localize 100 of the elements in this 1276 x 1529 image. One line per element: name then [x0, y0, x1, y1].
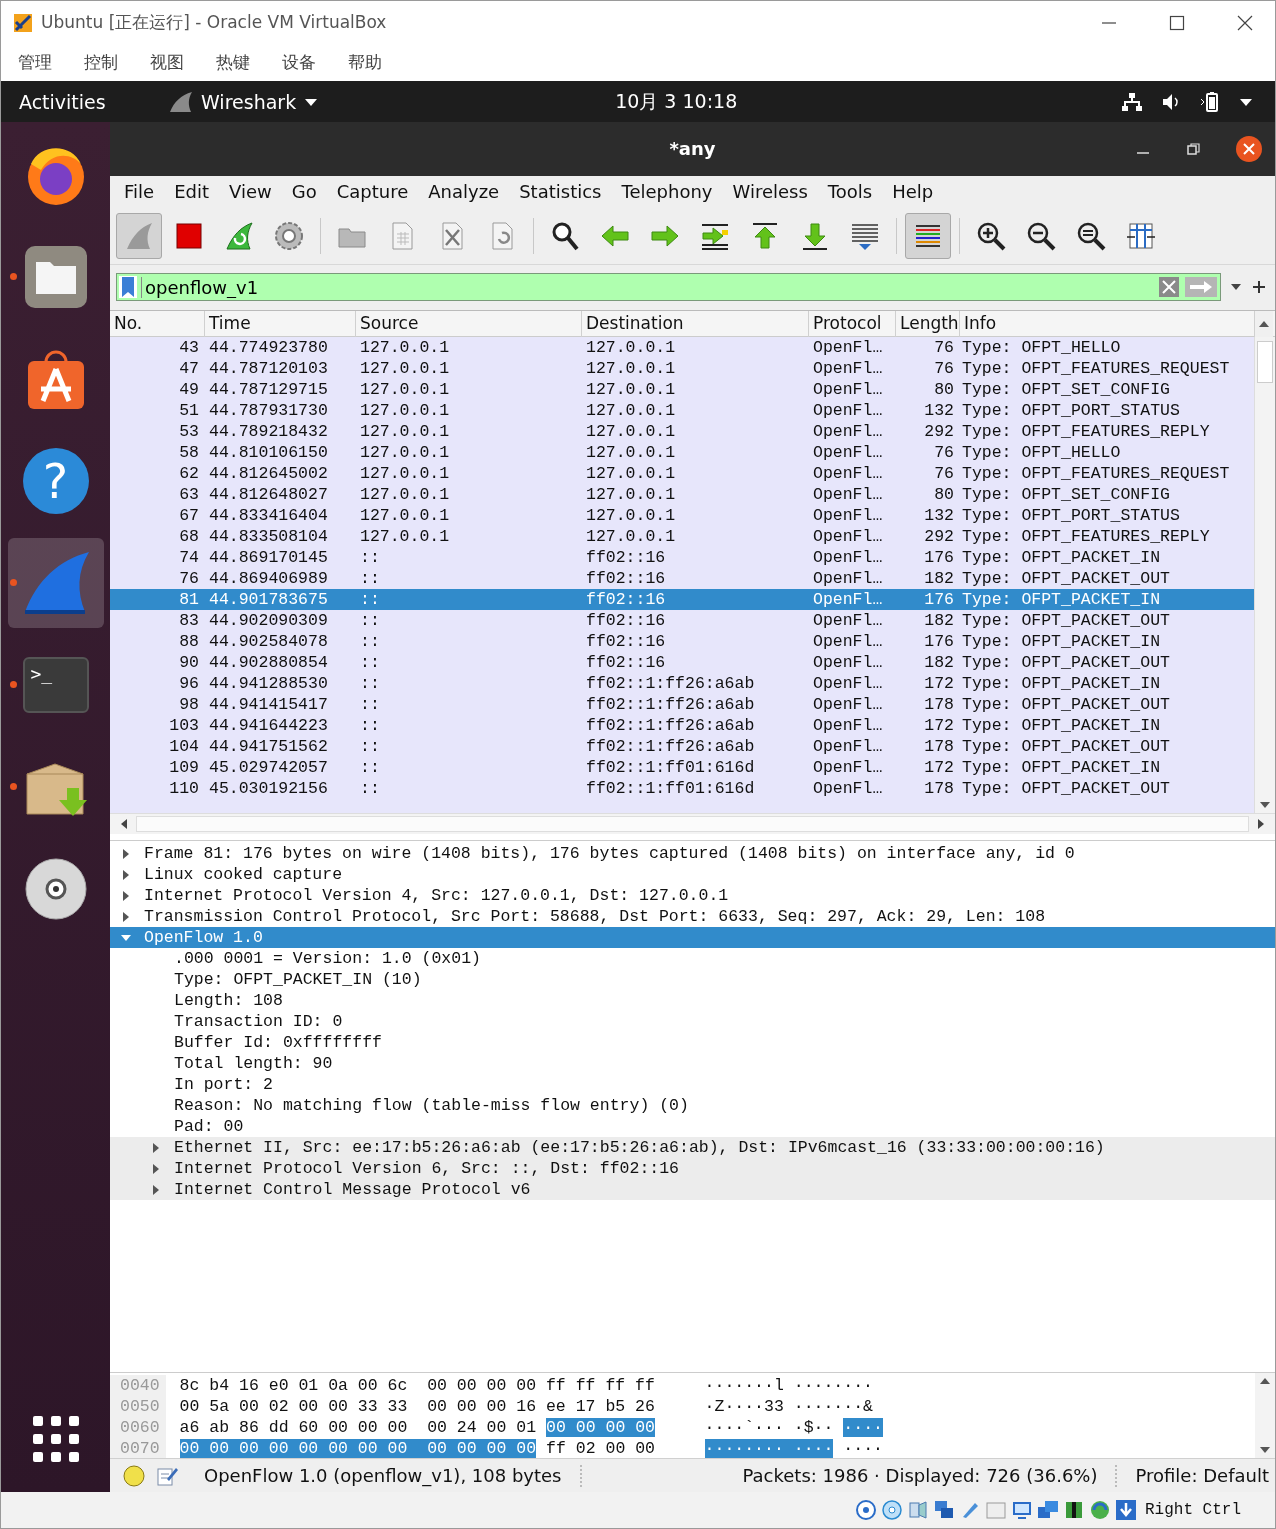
ascii-text[interactable]: ····: [843, 1439, 883, 1459]
table-cell-text: 81: [178, 588, 200, 610]
scrollbar[interactable]: [1254, 336, 1275, 813]
clear-icon[interactable]: [1158, 276, 1180, 299]
column-header[interactable]: Source: [356, 310, 582, 337]
tree-item[interactable]: OpenFlow 1.0: [110, 927, 1275, 949]
table-cell-text: 103: [168, 714, 200, 736]
status-dot-icon[interactable]: [122, 1463, 146, 1488]
tree-item[interactable]: Reason: No matching flow (table-miss flow entry) (0): [110, 1095, 1275, 1117]
close-icon[interactable]: [1237, 14, 1253, 31]
scrollbar[interactable]: [1255, 1373, 1275, 1459]
column-header[interactable]: No.: [110, 310, 205, 337]
scroll-up-icon[interactable]: [1255, 310, 1273, 337]
window-title: *any: [669, 138, 716, 160]
hex-bytes[interactable]: a6 ab 86 dd 60 00 00 00 00 24 00 01: [179, 1418, 537, 1438]
table-cell-text: Type: OFPT_PACKET_IN: [961, 630, 1162, 652]
menu-item[interactable]: 控制: [84, 51, 118, 74]
table-cell-text: 44.941644223: [208, 714, 329, 736]
plus-icon[interactable]: [1251, 279, 1267, 296]
menu-item[interactable]: 帮助: [348, 51, 382, 74]
hex-bytes[interactable]: 00 00 00 00: [546, 1418, 655, 1438]
table-cell-text: Type: OFPT_SET_CONFIG: [961, 483, 1171, 505]
menu-item[interactable]: Help: [892, 181, 934, 203]
menu-item[interactable]: View: [229, 181, 272, 203]
menu-item[interactable]: Analyze: [428, 181, 500, 203]
speaker-icon[interactable]: [907, 1499, 929, 1521]
dock-item[interactable]: >_: [7, 640, 104, 730]
menu-item[interactable]: 视图: [150, 51, 184, 74]
column-header[interactable]: Length: [896, 310, 960, 337]
hard-disk-icon[interactable]: [855, 1499, 877, 1521]
hex-bytes[interactable]: ff 02 00 00: [546, 1439, 655, 1459]
column-header[interactable]: Time: [205, 310, 356, 337]
tree-item[interactable]: Linux cooked capture: [110, 864, 1275, 886]
table-cell-text: 90: [178, 651, 200, 673]
table-cell-text: 96: [178, 672, 200, 694]
table-cell-text: 178: [923, 777, 955, 799]
optical-disc-icon[interactable]: [881, 1499, 903, 1521]
packet-row[interactable]: 81 44.901783675 :: ff02::16 OpenFl… 176 Type: OFPT_PACKET_IN: [110, 588, 1254, 610]
tree-item[interactable]: Internet Protocol Version 4, Src: 127.0.0.1, Dst: 127.0.0.1: [110, 885, 1275, 907]
menu-item[interactable]: File: [124, 181, 155, 203]
activities-button[interactable]: Activities: [1, 90, 169, 113]
tree-item[interactable]: Internet Control Message Protocol v6: [110, 1179, 1275, 1201]
tree-item[interactable]: Transmission Control Protocol, Src Port: 58688, Dst Port: 6633, Seq: 297, Ack: 29, Len: 108: [110, 906, 1275, 928]
table-cell-text: OpenFl…: [812, 399, 884, 421]
tree-item[interactable]: Buffer Id: 0xffffffff: [110, 1032, 1275, 1054]
app-menu[interactable]: Wireshark: [169, 90, 319, 113]
table-cell-text: 127.0.0.1: [585, 399, 677, 421]
menu-item[interactable]: Tools: [827, 181, 873, 203]
tree-item[interactable]: Frame 81: 176 bytes on wire (1408 bits), 176 bytes captured (1408 bits) on interface any, id 0: [110, 843, 1275, 865]
tree-item[interactable]: Pad: 00: [110, 1116, 1275, 1138]
table-cell-text: OpenFl…: [812, 609, 884, 631]
ascii-text[interactable]: ····`··· ·$··: [704, 1418, 834, 1438]
scrollbar[interactable]: [110, 812, 1275, 834]
tree-item[interactable]: Length: 108: [110, 990, 1275, 1012]
profile-label[interactable]: Profile: Default: [1135, 1465, 1275, 1486]
table-cell-text: 43: [178, 336, 200, 358]
chip-icon[interactable]: [1063, 1499, 1085, 1521]
table-cell-text: 127.0.0.1: [359, 441, 451, 463]
toolbar-button[interactable]: [905, 212, 951, 259]
filter-field[interactable]: openflow_v1: [116, 273, 1221, 302]
display-icon[interactable]: [1011, 1499, 1033, 1521]
clock[interactable]: 10月 3 10:18: [615, 88, 738, 115]
menu-item[interactable]: Telephony: [621, 181, 713, 203]
hex-bytes[interactable]: 00 5a 00 02 00 00 33 33 00 00 00 16 ee 17 b5 26: [179, 1397, 655, 1417]
hex-bytes[interactable]: 00 00 00 00 00 00 00 00 00 00 00 00: [179, 1439, 537, 1459]
network-icon[interactable]: [933, 1499, 955, 1521]
table-cell-text: ::: [359, 735, 381, 757]
hex-bytes[interactable]: 8c b4 16 e0 01 0a 00 6c 00 00 00 00 ff ff ff ff: [179, 1376, 655, 1396]
dock-item[interactable]: ?: [7, 436, 104, 526]
table-cell-text: 44.787129715: [208, 378, 329, 400]
ascii-text[interactable]: ·······l ········: [704, 1376, 873, 1396]
column-header[interactable]: Protocol: [809, 310, 896, 337]
scrollbar-thumb[interactable]: [136, 815, 1249, 832]
menu-item[interactable]: 热键: [216, 51, 250, 74]
menu-item[interactable]: Capture: [336, 181, 409, 203]
ascii-text[interactable]: ····: [843, 1418, 883, 1438]
menu-item[interactable]: Edit: [174, 181, 209, 203]
menu-item[interactable]: Wireless: [732, 181, 808, 203]
table-cell-text: Type: OFPT_PACKET_OUT: [961, 651, 1171, 673]
tree-item[interactable]: Total length: 90: [110, 1053, 1275, 1075]
scrollbar-thumb[interactable]: [1257, 340, 1273, 383]
close-icon[interactable]: [1235, 135, 1263, 163]
app-grid-icon[interactable]: [32, 1416, 79, 1462]
column-header[interactable]: Destination: [582, 310, 809, 337]
tree-item[interactable]: Transaction ID: 0: [110, 1011, 1275, 1033]
ascii-text[interactable]: ·Z····33 ·······&: [704, 1397, 873, 1417]
ascii-text[interactable]: ········ ····: [704, 1439, 834, 1459]
menu-item[interactable]: 设备: [282, 51, 316, 74]
tree-item[interactable]: In port: 2: [110, 1074, 1275, 1096]
restore-icon[interactable]: [1185, 141, 1201, 157]
tree-item[interactable]: Type: OFPT_PACKET_IN (10): [110, 969, 1275, 991]
tree-item[interactable]: Internet Protocol Version 6, Src: ::, Dst: ff02::16: [110, 1158, 1275, 1180]
maximize-icon[interactable]: [1169, 14, 1185, 31]
tree-item[interactable]: Ethernet II, Src: ee:17:b5:26:a6:ab (ee:17:b5:26:a6:ab), Dst: IPv6mcast_16 (33:33:00:00:00:16): [110, 1137, 1275, 1159]
windows-icon[interactable]: [1037, 1499, 1059, 1521]
menu-item[interactable]: 管理: [18, 51, 52, 74]
tree-item[interactable]: .000 0001 = Version: 1.0 (0x01): [110, 948, 1275, 970]
bookmark-icon[interactable]: [119, 276, 137, 299]
menu-item[interactable]: Statistics: [519, 181, 602, 203]
menu-item[interactable]: Go: [291, 181, 317, 203]
